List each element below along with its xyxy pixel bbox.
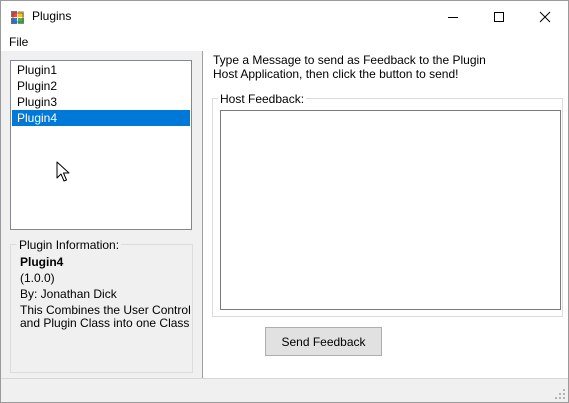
list-item-plugin4[interactable]: Plugin4 xyxy=(12,110,190,126)
plugin-name: Plugin4 xyxy=(20,255,64,269)
plugin-list-panel: Plugin1 Plugin2 Plugin3 Plugin4 Plugin I… xyxy=(1,51,202,378)
plugin-version: (1.0.0) xyxy=(20,271,55,285)
minimize-button[interactable] xyxy=(430,1,476,32)
status-bar xyxy=(1,378,568,402)
window-title: Plugins xyxy=(32,9,72,23)
plugin-description-line2: and Plugin Class into one Class xyxy=(20,316,190,330)
plugin-information-group: Plugin Information: Plugin4 (1.0.0) By: … xyxy=(10,238,193,373)
list-item-plugin3[interactable]: Plugin3 xyxy=(12,94,190,110)
menu-file[interactable]: File xyxy=(9,35,28,49)
plugin-description-line1: This Combines the User Control xyxy=(20,303,191,317)
feedback-instructions: Type a Message to send as Feedback to th… xyxy=(213,53,513,81)
plugin-listbox[interactable]: Plugin1 Plugin2 Plugin3 Plugin4 xyxy=(10,60,192,230)
mouse-pointer-icon xyxy=(56,161,70,182)
minimize-icon xyxy=(448,16,458,18)
close-icon xyxy=(539,11,551,22)
host-feedback-textarea[interactable] xyxy=(220,110,561,310)
host-feedback-legend: Host Feedback: xyxy=(218,92,307,106)
size-grip-icon[interactable] xyxy=(554,388,566,400)
title-bar[interactable]: Plugins xyxy=(1,1,568,32)
maximize-icon xyxy=(494,11,504,22)
plugin-information-legend: Plugin Information: xyxy=(17,238,122,252)
close-button[interactable] xyxy=(522,1,568,32)
menu-bar: File xyxy=(1,32,568,51)
plugins-window: Plugins File Plugin1 Plugin2 Plugin3 Plu… xyxy=(0,0,569,403)
windows-forms-app-icon xyxy=(11,11,24,24)
feedback-instructions-line2: Host Application, then click the button … xyxy=(213,67,459,81)
feedback-instructions-line1: Type a Message to send as Feedback to th… xyxy=(213,53,486,67)
host-feedback-group: Host Feedback: xyxy=(212,92,563,317)
maximize-button[interactable] xyxy=(476,1,522,32)
plugin-author: By: Jonathan Dick xyxy=(20,287,117,301)
plugin-content-panel: Type a Message to send as Feedback to th… xyxy=(203,51,568,378)
list-item-plugin2[interactable]: Plugin2 xyxy=(12,78,190,94)
list-item-plugin1[interactable]: Plugin1 xyxy=(12,62,190,78)
send-feedback-button[interactable]: Send Feedback xyxy=(265,327,382,356)
